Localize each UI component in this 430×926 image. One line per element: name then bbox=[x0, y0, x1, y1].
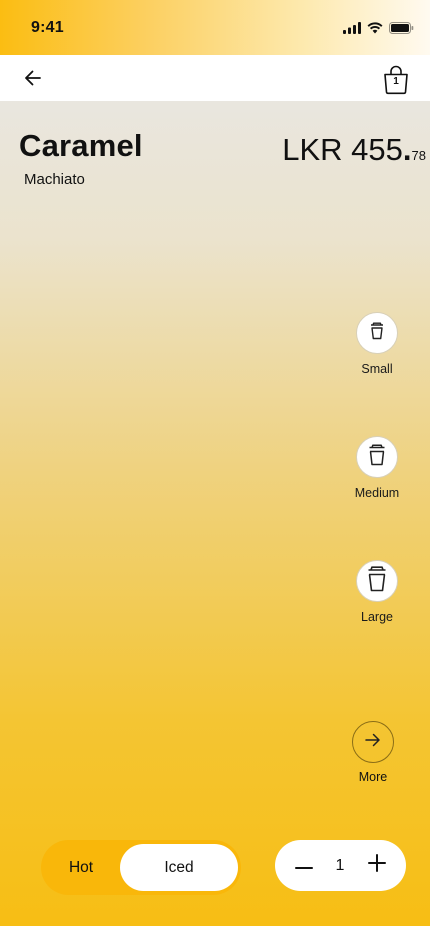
size-label-medium: Medium bbox=[354, 486, 400, 500]
decrease-quantity-button[interactable] bbox=[289, 840, 319, 891]
temp-option-iced[interactable]: Iced bbox=[120, 844, 238, 891]
price-cents: 78 bbox=[411, 148, 426, 163]
product-title: Caramel bbox=[19, 128, 143, 163]
cup-medium-icon bbox=[367, 443, 387, 471]
cellular-signal-icon bbox=[343, 22, 361, 34]
size-option-large[interactable]: Large bbox=[347, 560, 407, 624]
product-variant: Machiato bbox=[24, 171, 85, 188]
status-icons bbox=[343, 22, 414, 34]
cart-count-badge: 1 bbox=[393, 76, 399, 87]
temperature-toggle: Hot Iced bbox=[41, 840, 241, 895]
size-circle bbox=[356, 312, 398, 354]
status-time: 9:41 bbox=[31, 19, 64, 36]
more-label: More bbox=[358, 770, 388, 784]
product-price: LKR 455 . 78 bbox=[282, 132, 426, 168]
size-option-small[interactable]: Small bbox=[347, 312, 407, 376]
cup-small-icon bbox=[369, 322, 385, 345]
minus-icon bbox=[295, 857, 313, 875]
arrow-right-icon bbox=[363, 731, 383, 754]
temp-option-hot[interactable]: Hot bbox=[41, 840, 121, 895]
increase-quantity-button[interactable] bbox=[362, 840, 392, 891]
arrow-left-icon bbox=[20, 70, 46, 93]
battery-icon bbox=[389, 22, 414, 34]
size-label-large: Large bbox=[361, 610, 393, 624]
plus-icon bbox=[368, 854, 386, 877]
more-circle bbox=[352, 721, 394, 763]
back-button[interactable] bbox=[20, 67, 46, 89]
size-circle bbox=[356, 560, 398, 602]
cart-button[interactable]: 1 bbox=[382, 65, 410, 95]
price-separator: . bbox=[402, 132, 412, 167]
nav-bar: 1 bbox=[0, 55, 430, 101]
size-circle bbox=[356, 436, 398, 478]
more-button[interactable]: More bbox=[343, 721, 403, 784]
cup-large-icon bbox=[366, 565, 388, 597]
status-bar: 9:41 bbox=[0, 0, 430, 55]
quantity-stepper: 1 bbox=[275, 840, 406, 891]
size-option-medium[interactable]: Medium bbox=[347, 436, 407, 500]
wifi-icon bbox=[367, 22, 383, 34]
price-amount: LKR 455 bbox=[282, 132, 403, 167]
size-label-small: Small bbox=[361, 362, 393, 376]
quantity-value: 1 bbox=[335, 856, 345, 874]
